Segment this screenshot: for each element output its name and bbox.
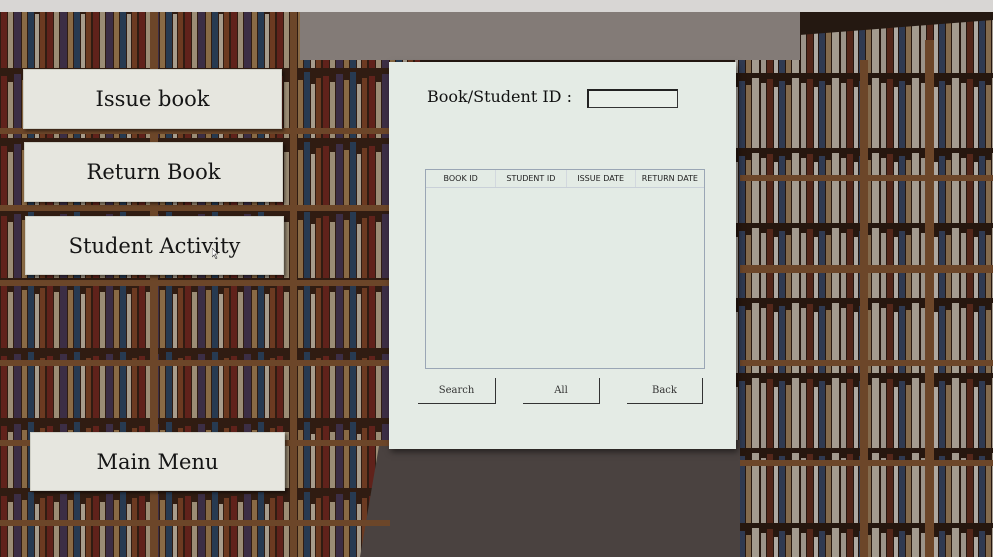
table-body (426, 188, 704, 368)
search-label: Search (438, 385, 475, 396)
column-header-issue-date[interactable]: ISSUE DATE (567, 170, 636, 187)
activity-table[interactable]: BOOK ID STUDENT ID ISSUE DATE RETURN DAT… (425, 169, 705, 369)
main-menu-label: Main Menu (96, 449, 219, 474)
return-book-button[interactable]: Return Book (24, 142, 283, 202)
table-header: BOOK ID STUDENT ID ISSUE DATE RETURN DAT… (426, 170, 704, 188)
column-header-student-id[interactable]: STUDENT ID (496, 170, 567, 187)
search-button[interactable]: Search (418, 378, 496, 404)
book-student-id-label: Book/Student ID : (427, 87, 572, 106)
all-label: All (554, 385, 568, 396)
issue-book-button[interactable]: Issue book (23, 69, 282, 129)
back-button[interactable]: Back (627, 378, 703, 404)
issue-book-label: Issue book (95, 87, 210, 111)
student-activity-panel: Book/Student ID : BOOK ID STUDENT ID ISS… (389, 62, 736, 449)
mouse-cursor-icon (212, 248, 218, 259)
return-book-label: Return Book (86, 160, 221, 184)
book-student-id-input[interactable] (587, 89, 678, 108)
back-label: Back (652, 385, 677, 396)
column-header-return-date[interactable]: RETURN DATE (636, 170, 704, 187)
main-menu-button[interactable]: Main Menu (30, 432, 285, 491)
all-button[interactable]: All (523, 378, 600, 404)
column-header-book-id[interactable]: BOOK ID (426, 170, 497, 187)
student-activity-button[interactable]: Student Activity (25, 216, 284, 275)
